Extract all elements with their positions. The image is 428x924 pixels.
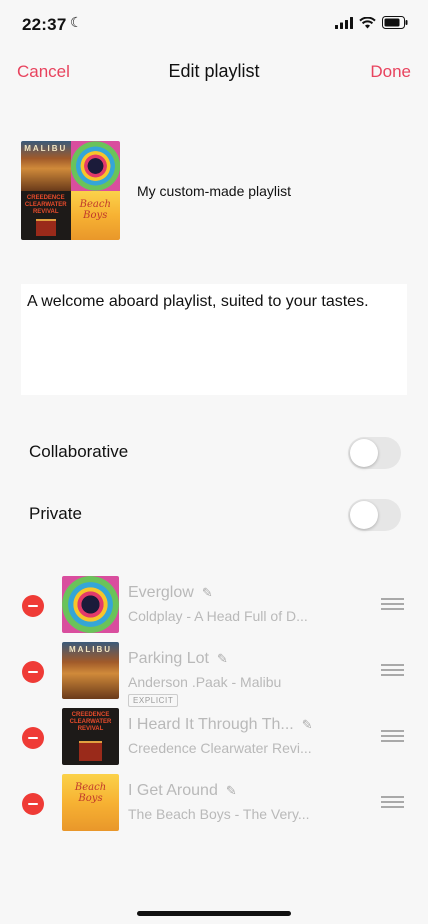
beach-boys-art-text: Beach Boys [74, 782, 107, 804]
pencil-icon[interactable]: ✎ [202, 585, 213, 601]
private-toggle[interactable] [348, 499, 401, 531]
ccr-art-text: CREEDENCE CLEARWATER REVIVAL [24, 194, 67, 215]
moon-icon: ☾ [70, 14, 83, 30]
track-title: Parking Lot ✎ [128, 650, 228, 667]
signal-icon [335, 16, 353, 29]
nav-bar: Cancel Edit playlist Done [0, 58, 428, 86]
drag-handle-icon[interactable] [381, 598, 404, 610]
track-artwork: CREEDENCE CLEARWATER REVIVAL [62, 708, 119, 765]
track-row: CREEDENCE CLEARWATER REVIVAL I Heard It … [0, 708, 428, 768]
remove-track-button[interactable] [22, 793, 44, 815]
cover-art-coldplay [70, 141, 120, 191]
explicit-badge: EXPLICIT [128, 694, 179, 707]
private-row: Private [0, 495, 428, 535]
ccr-art-text: CREEDENCE CLEARWATER REVIVAL [69, 712, 112, 732]
track-row: Everglow ✎ Coldplay - A Head Full of D... [0, 576, 428, 636]
battery-icon [382, 16, 408, 29]
track-row: MALIBU Parking Lot ✎ Anderson .Paak - Mal… [0, 642, 428, 707]
track-title: I Heard It Through Th... ✎ [128, 716, 313, 733]
wifi-icon [359, 16, 376, 28]
track-subtitle: Anderson .Paak - Malibu [128, 674, 282, 690]
track-subtitle: Coldplay - A Head Full of D... [128, 608, 308, 624]
track-title: I Get Around ✎ [128, 782, 237, 799]
cover-art-ccr: CREEDENCE CLEARWATER REVIVAL [21, 190, 71, 240]
pencil-icon[interactable]: ✎ [217, 651, 228, 667]
cover-art-malibu: MALIBU [21, 141, 71, 191]
collaborative-row: Collaborative [0, 433, 428, 473]
status-bar: 22:37 ☾ [0, 0, 428, 50]
cover-art-beach-boys: Beach Boys [70, 190, 120, 240]
remove-track-button[interactable] [22, 595, 44, 617]
done-button[interactable]: Done [370, 62, 411, 82]
private-label: Private [29, 504, 82, 523]
track-artwork: MALIBU [62, 642, 119, 699]
track-row: Beach Boys I Get Around ✎ The Beach Boys … [0, 774, 428, 834]
malibu-art-text: MALIBU [24, 144, 68, 153]
track-subtitle: The Beach Boys - The Very... [128, 806, 310, 822]
description-field[interactable]: A welcome aboard playlist, suited to you… [21, 284, 407, 395]
track-subtitle: Creedence Clearwater Revi... [128, 740, 312, 756]
track-title: Everglow ✎ [128, 584, 213, 601]
malibu-art-text: MALIBU [68, 645, 113, 654]
description-text: A welcome aboard playlist, suited to you… [27, 293, 369, 310]
remove-track-button[interactable] [22, 661, 44, 683]
track-artwork [62, 576, 119, 633]
remove-track-button[interactable] [22, 727, 44, 749]
drag-handle-icon[interactable] [381, 730, 404, 742]
collaborative-label: Collaborative [29, 442, 129, 461]
playlist-name-field[interactable]: My custom-made playlist [137, 183, 291, 199]
page-title: Edit playlist [168, 61, 260, 81]
home-indicator[interactable] [137, 911, 291, 916]
beach-boys-art-text: Beach Boys [79, 198, 111, 221]
collaborative-toggle[interactable] [348, 437, 401, 469]
track-artwork: Beach Boys [62, 774, 119, 831]
drag-handle-icon[interactable] [381, 664, 404, 676]
drag-handle-icon[interactable] [381, 796, 404, 808]
playlist-cover[interactable]: MALIBU CREEDENCE CLEARWATER REVIVAL Beac… [21, 141, 120, 240]
status-icons [335, 16, 408, 29]
pencil-icon[interactable]: ✎ [302, 717, 313, 733]
status-time: 22:37 [22, 15, 67, 34]
pencil-icon[interactable]: ✎ [226, 783, 237, 799]
